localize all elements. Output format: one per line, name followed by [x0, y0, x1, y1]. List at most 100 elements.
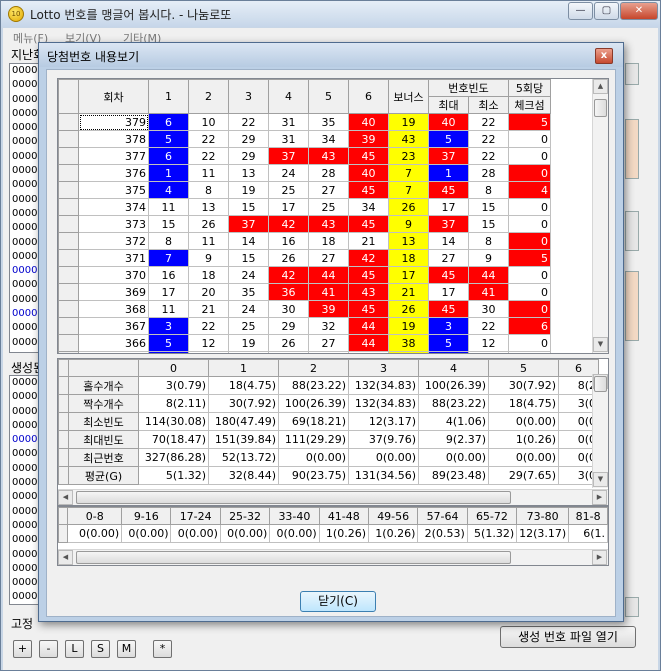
scroll-left-icon[interactable]: ◀: [58, 490, 73, 505]
number-cell[interactable]: 26: [268, 334, 309, 352]
stat-cell[interactable]: 69(18.21): [278, 412, 349, 431]
checksum-cell[interactable]: 0: [508, 198, 551, 216]
range-distribution-grid[interactable]: 0-8 9-16 17-24 25-32 33-40 41-48 49-56 57-64 65-…: [57, 506, 609, 566]
grid2-hscrollbar[interactable]: ◀ ▶: [58, 489, 608, 505]
max-frequency-cell[interactable]: 45: [428, 300, 469, 318]
number-cell[interactable]: 35: [308, 113, 349, 131]
min-frequency-cell[interactable]: 22: [468, 113, 509, 131]
number-cell[interactable]: 45: [348, 147, 389, 165]
scroll-down-icon[interactable]: ▼: [593, 337, 608, 352]
checksum-cell[interactable]: 0: [508, 300, 551, 318]
number-cell[interactable]: 3: [148, 317, 189, 335]
number-cell[interactable]: 22: [188, 317, 229, 335]
stat-cell[interactable]: 4(1.06): [418, 412, 489, 431]
round-cell[interactable]: 379: [78, 113, 149, 131]
bonus-cell[interactable]: 7: [388, 164, 429, 182]
table-row[interactable]: 367 3 22 25 29 32 44 19 3 22 6: [58, 317, 551, 335]
stat-cell[interactable]: 70(18.47): [138, 430, 209, 449]
scroll-right-icon[interactable]: ▶: [592, 490, 607, 505]
number-cell[interactable]: 45: [348, 300, 389, 318]
stat-cell[interactable]: 327(86.28): [138, 448, 209, 467]
bonus-cell[interactable]: 26: [388, 300, 429, 318]
number-cell[interactable]: 8: [148, 232, 189, 250]
number-cell[interactable]: 22: [188, 147, 229, 165]
stat-cell[interactable]: 111(29.29): [278, 430, 349, 449]
load-button[interactable]: L: [65, 640, 84, 658]
min-frequency-cell[interactable]: 41: [468, 283, 509, 301]
number-cell[interactable]: 34: [348, 198, 389, 216]
stat-cell[interactable]: 88(23.22): [418, 394, 489, 413]
number-cell[interactable]: 26: [308, 351, 349, 353]
number-cell[interactable]: 24: [268, 164, 309, 182]
stat-cell[interactable]: 114(30.08): [138, 412, 209, 431]
table-row[interactable]: 최소빈도 114(30.08) 180(47.49) 69(18.21) 12(3.17…: [58, 412, 599, 431]
checksum-cell[interactable]: 0: [508, 232, 551, 250]
number-cell[interactable]: 29: [268, 317, 309, 335]
number-cell[interactable]: 8: [188, 181, 229, 199]
stat-cell[interactable]: 151(39.84): [208, 430, 279, 449]
scroll-thumb[interactable]: [594, 99, 607, 117]
round-cell[interactable]: 374: [78, 198, 149, 216]
table-row[interactable]: 370 16 18 24 42 44 45 17 45 44 0: [58, 266, 551, 284]
max-frequency-cell[interactable]: 45: [428, 266, 469, 284]
number-cell[interactable]: 31: [268, 113, 309, 131]
number-cell[interactable]: 15: [228, 198, 269, 216]
scroll-left-icon[interactable]: ◀: [58, 550, 73, 565]
stat-cell[interactable]: 88(23.22): [278, 376, 349, 395]
number-cell[interactable]: 12: [188, 334, 229, 352]
number-cell[interactable]: 16: [148, 266, 189, 284]
max-frequency-cell[interactable]: 45: [428, 181, 469, 199]
stat-cell[interactable]: 100(26.39): [278, 394, 349, 413]
min-frequency-cell[interactable]: 28: [468, 164, 509, 182]
stat-cell[interactable]: 0(0.00): [488, 412, 559, 431]
number-cell[interactable]: 16: [268, 232, 309, 250]
stat-cell[interactable]: 32(8.44): [208, 466, 279, 485]
number-cell[interactable]: 42: [348, 249, 389, 267]
number-cell[interactable]: 26: [188, 215, 229, 233]
all-button[interactable]: *: [153, 640, 172, 658]
number-cell[interactable]: 17: [148, 283, 189, 301]
number-cell[interactable]: 6: [148, 113, 189, 131]
number-cell[interactable]: 37: [268, 147, 309, 165]
table-row[interactable]: 36551521252630315300: [58, 351, 551, 353]
number-cell[interactable]: 21: [228, 351, 269, 353]
max-frequency-cell[interactable]: 14: [428, 232, 469, 250]
stat-cell[interactable]: 30(7.92): [208, 394, 279, 413]
number-cell[interactable]: 11: [148, 198, 189, 216]
checksum-cell[interactable]: 0: [508, 147, 551, 165]
number-cell[interactable]: 27: [308, 181, 349, 199]
round-cell[interactable]: 372: [78, 232, 149, 250]
scroll-right-icon[interactable]: ▶: [592, 550, 607, 565]
number-cell[interactable]: 21: [188, 300, 229, 318]
bonus-cell[interactable]: 43: [388, 130, 429, 148]
scroll-down-icon[interactable]: ▼: [593, 472, 608, 487]
stat-cell[interactable]: 89(23.48): [418, 466, 489, 485]
round-cell[interactable]: 378: [78, 130, 149, 148]
bonus-cell[interactable]: 38: [388, 334, 429, 352]
minimize-button[interactable]: —: [568, 2, 593, 20]
max-frequency-cell[interactable]: 37: [428, 215, 469, 233]
max-frequency-cell[interactable]: 17: [428, 198, 469, 216]
number-cell[interactable]: 45: [348, 215, 389, 233]
dialog-close-icon[interactable]: x: [595, 48, 613, 64]
number-cell[interactable]: 7: [148, 249, 189, 267]
number-cell[interactable]: 44: [348, 317, 389, 335]
stat-cell[interactable]: 1(0.26): [488, 430, 559, 449]
winning-numbers-grid[interactable]: 회차 1 2 3 4 5 6 보너스 번호빈도 5회당 최대 최소 체크섬 37…: [57, 78, 609, 354]
stat-cell[interactable]: 90(23.75): [278, 466, 349, 485]
round-cell[interactable]: 373: [78, 215, 149, 233]
stat-cell[interactable]: 5(1.32): [138, 466, 209, 485]
scroll-thumb[interactable]: [594, 376, 607, 392]
round-cell[interactable]: 376: [78, 164, 149, 182]
bonus-cell[interactable]: 19: [388, 317, 429, 335]
stat-cell[interactable]: 37(9.76): [348, 430, 419, 449]
number-cell[interactable]: 39: [348, 130, 389, 148]
table-row[interactable]: 371 7 9 15 26 27 42 18 27 9 5: [58, 249, 551, 267]
round-cell[interactable]: 377: [78, 147, 149, 165]
max-frequency-cell[interactable]: 37: [428, 147, 469, 165]
number-cell[interactable]: 43: [348, 283, 389, 301]
min-frequency-cell[interactable]: 12: [468, 334, 509, 352]
stat-cell[interactable]: 30(7.92): [488, 376, 559, 395]
number-cell[interactable]: 17: [268, 198, 309, 216]
statistics-grid[interactable]: 0123456 홀수개수 3(0.79) 18(4.75) 88(23.22) 132(…: [57, 358, 609, 506]
